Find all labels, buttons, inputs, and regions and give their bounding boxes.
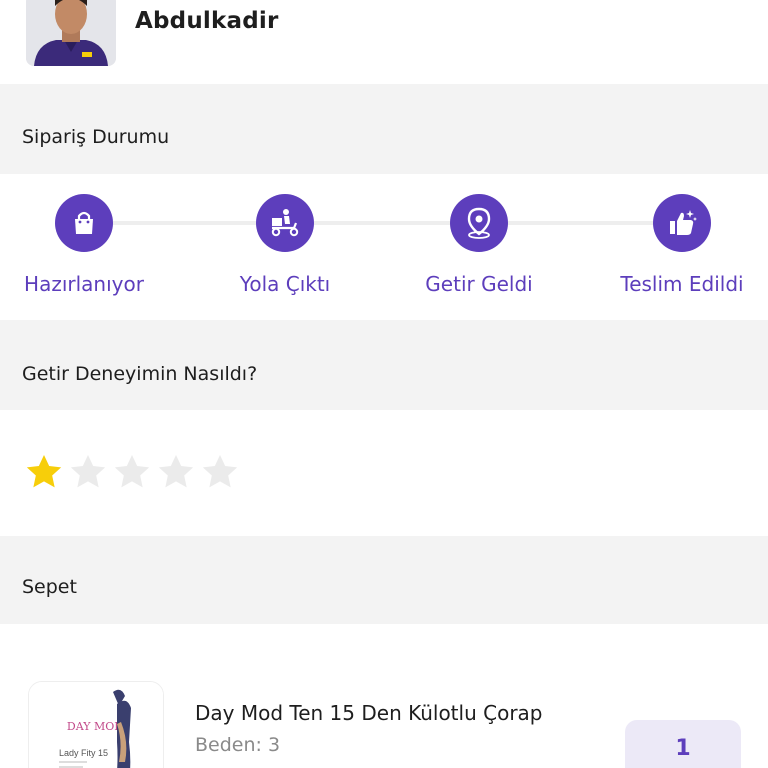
status-step-label: Getir Geldi bbox=[425, 272, 533, 296]
quantity-value: 1 bbox=[675, 736, 691, 761]
order-status-tracker: Hazırlanıyor Yola Çıktı Getir Geldi Tesl… bbox=[0, 174, 768, 320]
status-step-preparing: Hazırlanıyor bbox=[0, 194, 174, 296]
order-status-header: Sipariş Durumu bbox=[0, 84, 768, 174]
status-step-label: Hazırlanıyor bbox=[24, 272, 144, 296]
delivery-scooter-icon bbox=[256, 194, 314, 252]
star-icon[interactable] bbox=[24, 452, 64, 492]
status-step-label: Yola Çıktı bbox=[239, 272, 331, 296]
order-status-title: Sipariş Durumu bbox=[22, 126, 170, 148]
thumbs-up-icon bbox=[653, 194, 711, 252]
star-rating[interactable] bbox=[24, 452, 240, 492]
product-image: DAY MOD Lady Fity 15 bbox=[28, 681, 164, 768]
product-title: Day Mod Ten 15 Den Külotlu Çorap bbox=[195, 701, 543, 725]
shopping-bag-icon bbox=[55, 194, 113, 252]
status-step-delivered: Teslim Edildi bbox=[592, 194, 768, 296]
experience-header: Getir Deneyimin Nasıldı? bbox=[0, 320, 768, 410]
product-size: Beden: 3 bbox=[195, 734, 281, 756]
avatar bbox=[26, 0, 116, 66]
star-icon[interactable] bbox=[200, 452, 240, 492]
quantity-badge[interactable]: 1 bbox=[625, 720, 741, 768]
product-caption-text: Lady Fity 15 bbox=[59, 748, 108, 758]
status-step-on-the-way: Yola Çıktı bbox=[195, 194, 375, 296]
courier-name: Abdulkadir bbox=[135, 8, 279, 34]
location-pin-icon bbox=[450, 194, 508, 252]
courier-header: Abdulkadir bbox=[0, 0, 768, 84]
basket-header: Sepet bbox=[0, 536, 768, 624]
status-step-arrived: Getir Geldi bbox=[389, 194, 569, 296]
basket-title: Sepet bbox=[22, 576, 77, 598]
star-icon[interactable] bbox=[112, 452, 152, 492]
star-icon[interactable] bbox=[156, 452, 196, 492]
star-icon[interactable] bbox=[68, 452, 108, 492]
experience-title: Getir Deneyimin Nasıldı? bbox=[22, 363, 258, 385]
product-brand-text: DAY MOD bbox=[67, 720, 123, 733]
status-step-label: Teslim Edildi bbox=[620, 272, 744, 296]
basket-item[interactable]: DAY MOD Lady Fity 15 Day Mod Ten 15 Den … bbox=[0, 624, 768, 768]
